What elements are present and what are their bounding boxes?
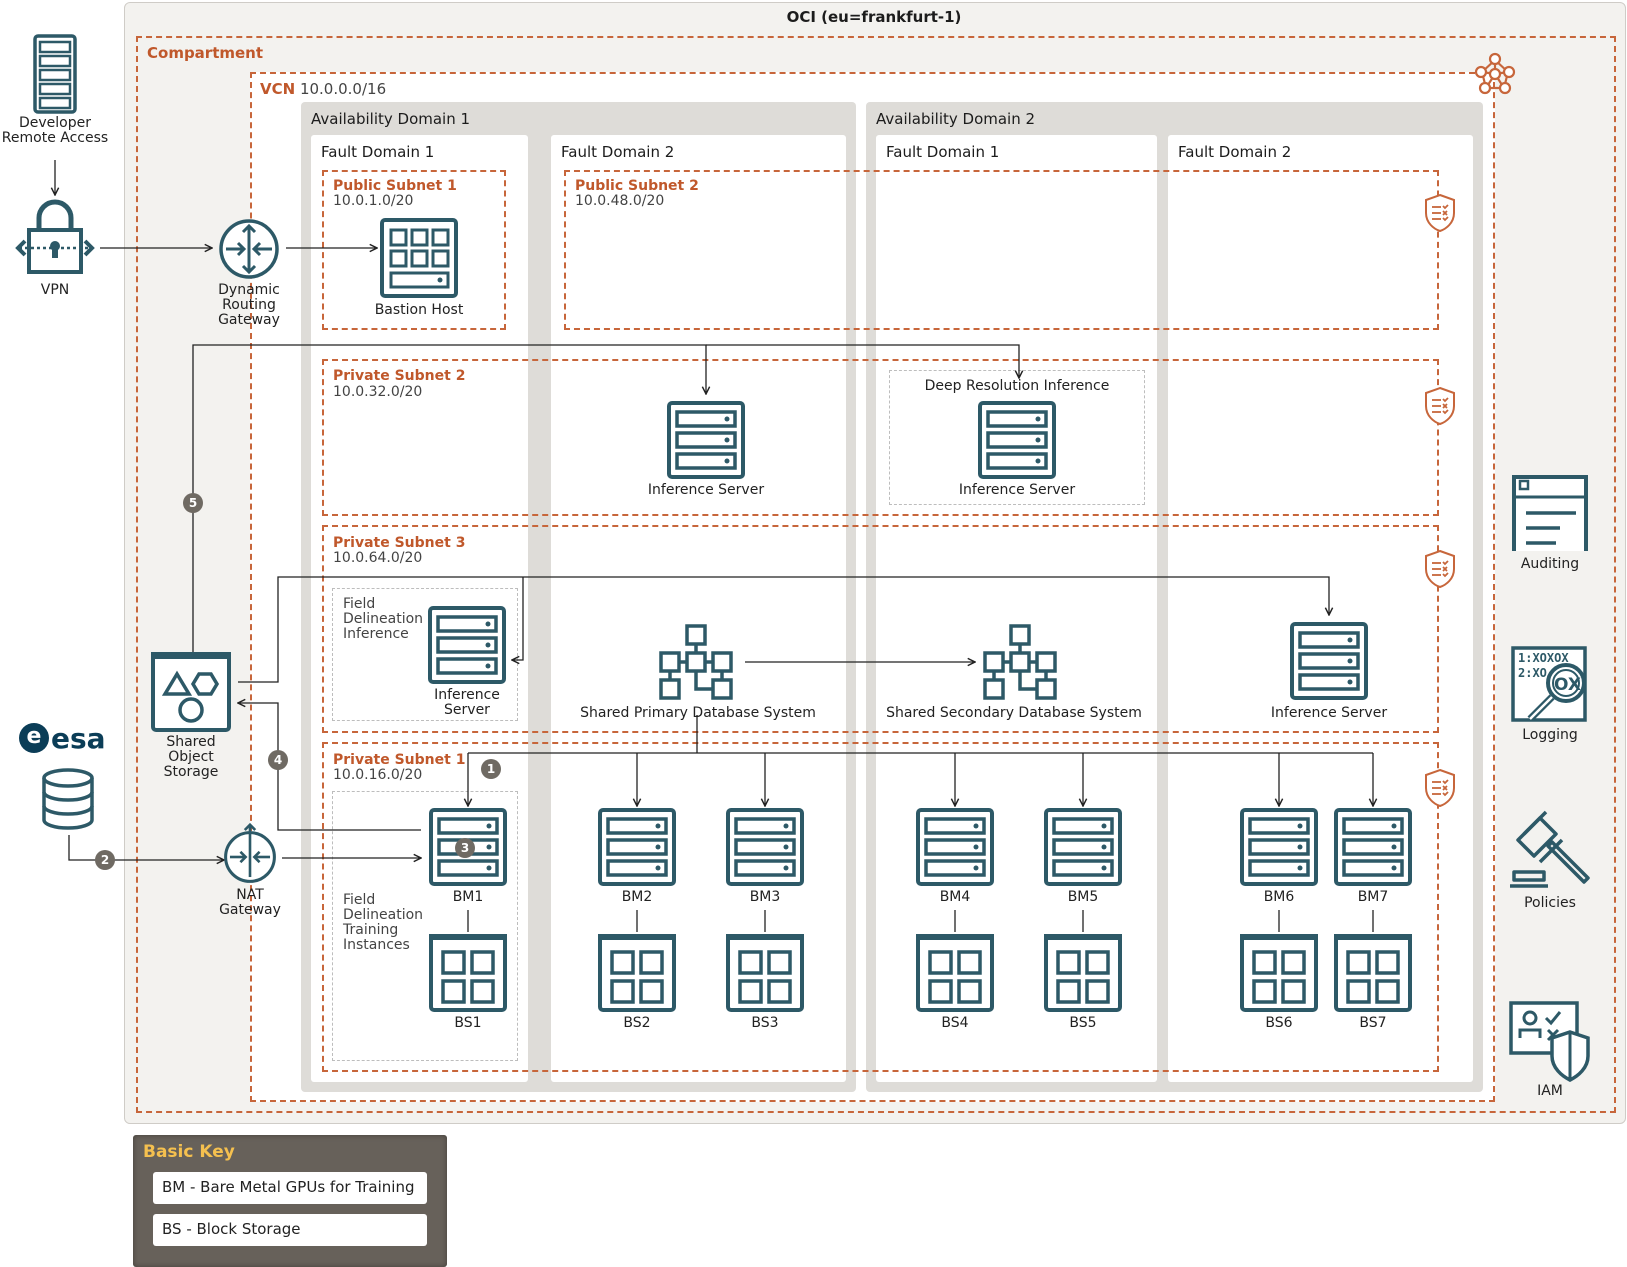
drg-label: Dynamic Routing Gateway <box>218 282 280 328</box>
deep-resolution-server-icon[interactable] <box>978 401 1056 479</box>
bare-metal-label: BM1 <box>452 889 484 905</box>
field-delineation-server-label: Inference Server <box>434 687 500 718</box>
logging-icon-line1: 1:XOXOX <box>1518 651 1569 665</box>
line-storage-deep-resolution <box>706 344 1019 378</box>
vpn-label: VPN <box>40 282 70 298</box>
key-item-bm: BM - Bare Metal GPUs for Training <box>153 1172 427 1204</box>
bare-metal-server-icon[interactable] <box>1240 808 1318 886</box>
policies-gavel-icon[interactable] <box>1510 810 1590 892</box>
block-storage-label: BS6 <box>1265 1015 1293 1031</box>
step-badge-5: 5 <box>183 493 203 513</box>
auditing-icon[interactable] <box>1510 473 1590 553</box>
logging-icon-ox: OX <box>1554 675 1581 695</box>
line-storage-private3 <box>238 576 1329 683</box>
block-storage-icon[interactable] <box>726 934 804 1012</box>
secondary-db-label: Shared Secondary Database System <box>886 705 1142 721</box>
developer-server-icon <box>33 34 77 114</box>
key-item-bs: BS - Block Storage <box>153 1214 427 1246</box>
connectors <box>0 160 1627 932</box>
bare-metal-label: BM2 <box>621 889 653 905</box>
step-badge-3: 3 <box>455 838 475 858</box>
block-storage-label: BS5 <box>1069 1015 1097 1031</box>
vpn-lock-icon <box>15 199 95 274</box>
line-bm1-storage <box>238 703 421 831</box>
nat-gateway-label: NAT Gateway <box>219 887 281 918</box>
block-storage-icon[interactable] <box>598 934 676 1012</box>
bare-metal-server-icon[interactable] <box>598 808 676 886</box>
bare-metal-server-icon[interactable] <box>916 808 994 886</box>
block-storage-icon[interactable] <box>1334 934 1412 1012</box>
esa-database-icon <box>42 768 94 830</box>
object-storage-icon[interactable] <box>151 652 231 732</box>
logging-icon-line2: 2:XO <box>1518 666 1547 680</box>
iam-label: IAM <box>1537 1083 1563 1099</box>
primary-db-icon[interactable] <box>659 624 737 702</box>
iam-icon[interactable] <box>1508 1000 1590 1082</box>
inference-server-label: Inference Server <box>647 482 765 498</box>
bare-metal-label: BM7 <box>1357 889 1389 905</box>
esa-logo: e esa <box>19 721 106 755</box>
block-storage-label: BS3 <box>751 1015 779 1031</box>
bare-metal-server-icon[interactable] <box>1334 808 1412 886</box>
block-storage-label: BS1 <box>454 1015 482 1031</box>
developer-label: Developer Remote Access <box>1 115 109 146</box>
block-storage-label: BS7 <box>1359 1015 1387 1031</box>
bastion-host-label: Bastion Host <box>374 302 464 318</box>
deep-resolution-server-label: Inference Server <box>958 482 1076 498</box>
logging-icon[interactable]: 1:XOXOX 2:XO OX <box>1510 645 1590 725</box>
primary-db-label: Shared Primary Database System <box>580 705 816 721</box>
basic-key-title: Basic Key <box>143 1142 235 1162</box>
bare-metal-label: BM6 <box>1263 889 1295 905</box>
esa-logo-mark: e <box>19 723 49 753</box>
step-badge-4: 4 <box>268 750 288 770</box>
block-storage-label: BS2 <box>623 1015 651 1031</box>
esa-logo-text: esa <box>51 721 106 755</box>
logging-label: Logging <box>1522 727 1578 743</box>
bare-metal-label: BM5 <box>1067 889 1099 905</box>
object-storage-label: Shared Object Storage <box>163 734 219 780</box>
block-storage-icon[interactable] <box>429 934 507 1012</box>
block-storage-icon[interactable] <box>916 934 994 1012</box>
step-badge-1: 1 <box>481 759 501 779</box>
field-delineation-server-icon[interactable] <box>428 606 506 684</box>
nat-gateway-icon[interactable] <box>223 822 277 884</box>
bastion-host-icon[interactable] <box>380 218 458 298</box>
private3-inference-server-label: Inference Server <box>1270 705 1388 721</box>
private3-inference-server-icon[interactable] <box>1290 622 1368 700</box>
auditing-label: Auditing <box>1520 556 1580 572</box>
inference-server-icon[interactable] <box>667 401 745 479</box>
bare-metal-server-icon[interactable] <box>726 808 804 886</box>
block-storage-icon[interactable] <box>1044 934 1122 1012</box>
bare-metal-server-icon[interactable] <box>1044 808 1122 886</box>
block-storage-icon[interactable] <box>1240 934 1318 1012</box>
block-storage-label: BS4 <box>941 1015 969 1031</box>
line-to-field-inference <box>512 577 524 660</box>
bare-metal-label: BM4 <box>939 889 971 905</box>
policies-label: Policies <box>1524 895 1576 911</box>
drg-icon[interactable] <box>218 218 280 280</box>
line-esa-nat <box>68 835 224 860</box>
secondary-db-icon[interactable] <box>983 624 1061 702</box>
step-badge-2: 2 <box>95 850 115 870</box>
bare-metal-label: BM3 <box>749 889 781 905</box>
